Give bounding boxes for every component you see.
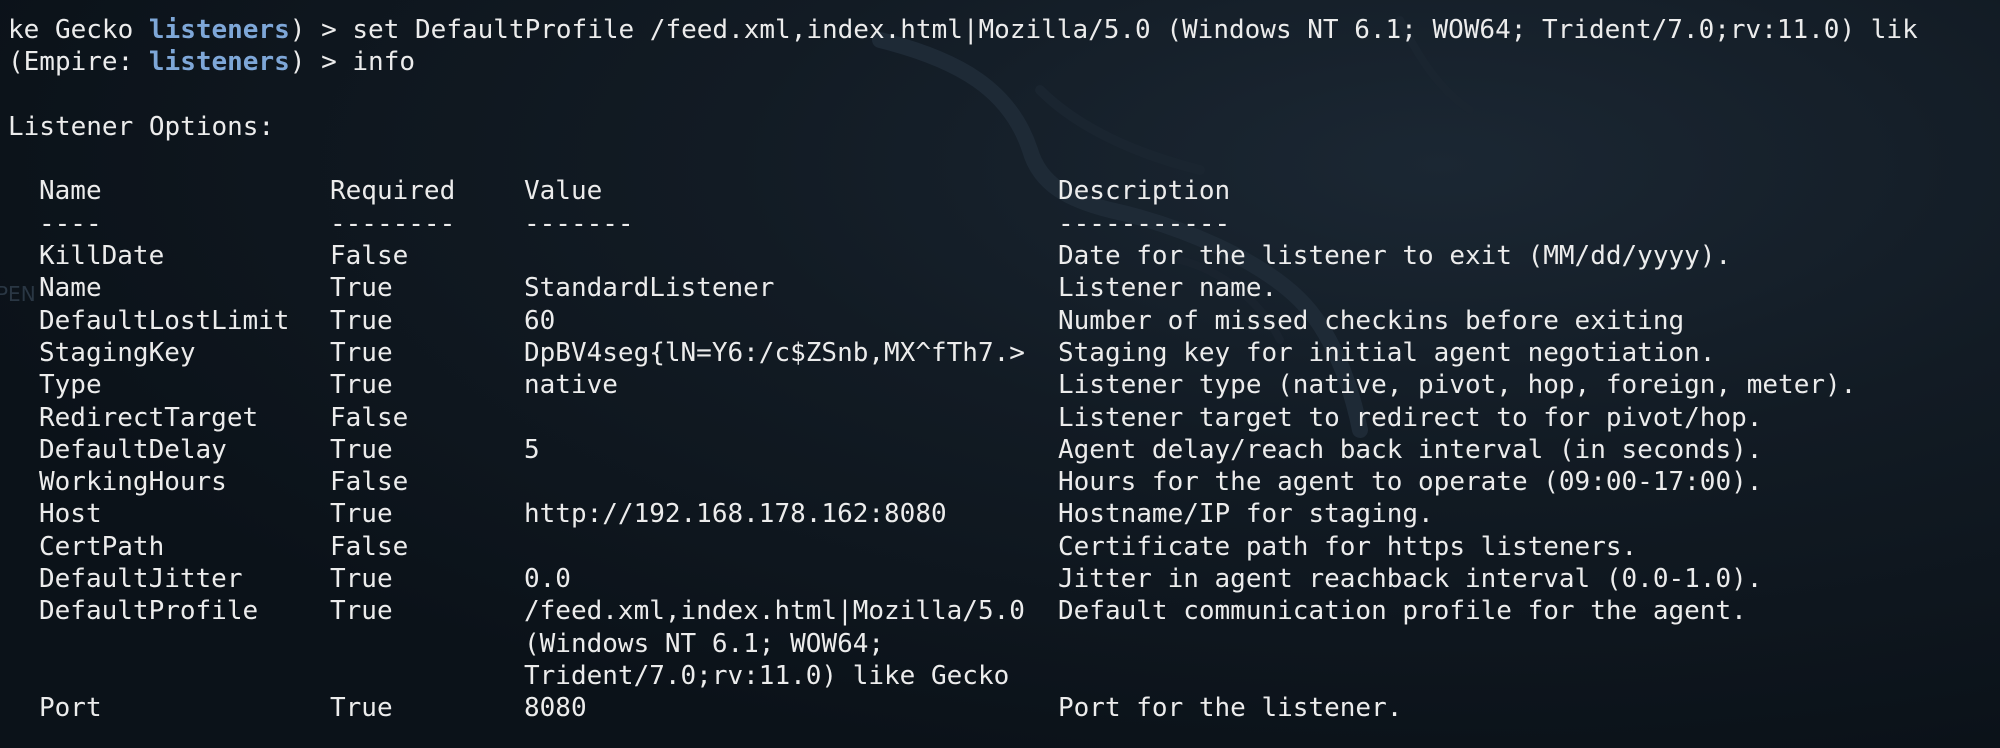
option-name: DefaultJitter [39,564,243,595]
option-name: CertPath [39,531,165,562]
option-value: /feed.xml,index.html|Mozilla/5.0 (Window… [524,596,1025,691]
table-row: DefaultLostLimit True 60 Number of missed c… [8,305,2000,337]
option-required: True [330,337,393,368]
option-value: 60 [524,305,556,336]
prompt-prefix: (Empire: [8,47,149,78]
prompt-prefix: ke Gecko [8,15,149,45]
prompt-context: listeners [148,15,290,45]
table-row: Port True 8080 Port for the listener. [8,692,2000,724]
option-description: Hours for the agent to operate (09:00-17… [1058,467,1763,498]
option-description: Port for the listener. [1058,693,1403,724]
option-name: Host [39,499,102,530]
table-row: Host True http://192.168.178.162:8080 Hostn… [8,498,2000,530]
option-required: True [330,564,393,595]
table-row: KillDate False Date for the listener to ex… [8,240,2000,272]
table-header-row: Name Required Value Description [8,175,2000,207]
option-required: True [330,499,393,530]
table-row: Name True StandardListener Listener name. [8,272,2000,304]
table-body: KillDate False Date for the listener to ex… [8,240,2000,724]
separator-required: -------- [330,208,456,239]
option-required: True [330,693,393,724]
option-name: WorkingHours [39,467,227,498]
option-required: False [330,531,409,562]
option-name: DefaultLostLimit [39,305,290,336]
option-value: 0.0 [524,564,571,595]
table-row: StagingKey True DpBV4seg{lN=Y6:/c$ZSnb,MX^… [8,337,2000,369]
option-value: 5 [524,434,540,465]
option-description: Number of missed checkins before exiting [1058,305,1685,336]
option-description: Default communication profile for the ag… [1058,596,1747,627]
command-text: ) > info [289,47,416,78]
option-required: True [330,273,393,304]
option-required: True [330,370,393,401]
separator-value: ------- [524,208,634,239]
section-title: Listener Options: [8,111,275,142]
option-required: True [330,596,393,627]
option-required: False [330,241,409,272]
table-row: DefaultProfile True/feed.xml,index.html|M… [8,595,2000,692]
option-description: Jitter in agent reachback interval (0.0-… [1058,564,1763,595]
command-line-previous: ke Gecko listeners) > set DefaultProfile… [8,14,2000,46]
option-description: Listener target to redirect to for pivot… [1058,402,1763,433]
option-description: Agent delay/reach back interval (in seco… [1058,434,1763,465]
option-name: Type [39,370,102,401]
option-name: DefaultProfile [39,596,259,627]
table-row: RedirectTarget False Listener target to re… [8,402,2000,434]
terminal-window[interactable]: PEN ke Gecko listeners) > set DefaultPro… [0,0,2000,748]
table-row: WorkingHours False Hours for the agent to … [8,466,2000,498]
header-value: Value [524,176,603,207]
header-description: Description [1058,176,1231,207]
option-value: native [524,370,618,401]
option-name: DefaultDelay [39,434,227,465]
listener-options-table: Name Required Value Description ---- ---… [8,175,2000,724]
option-description: Listener name. [1058,273,1278,304]
option-description: Certificate path for https listeners. [1058,531,1638,562]
option-required: True [330,305,393,336]
command-text: ) > set DefaultProfile /feed.xml,index.h… [289,15,1918,45]
option-description: Listener type (native, pivot, hop, forei… [1058,370,1857,401]
option-name: RedirectTarget [39,402,259,433]
terminal-output: ke Gecko listeners) > set DefaultProfile… [8,14,2000,725]
header-required: Required [330,176,456,207]
option-description: Date for the listener to exit (MM/dd/yyy… [1058,241,1732,272]
option-name: Name [39,273,102,304]
option-name: StagingKey [39,337,196,368]
option-description: Staging key for initial agent negotiatio… [1058,337,1716,368]
command-line-current[interactable]: (Empire: listeners) > info [8,46,2000,78]
option-required: False [330,402,409,433]
option-required: True [330,434,393,465]
option-name: KillDate [39,241,165,272]
header-name: Name [39,176,102,207]
option-required: False [330,467,409,498]
option-name: Port [39,693,102,724]
option-value: DpBV4seg{lN=Y6:/c$ZSnb,MX^fTh7.> [524,337,1025,368]
table-row: DefaultDelay True 5 Agent delay/reach back … [8,434,2000,466]
separator-name: ---- [39,208,102,239]
option-value: http://192.168.178.162:8080 [524,499,947,530]
option-value: 8080 [524,693,587,724]
table-row: DefaultJitter True 0.0 Jitter in agent reac… [8,563,2000,595]
option-description: Hostname/IP for staging. [1058,499,1434,530]
option-value: StandardListener [524,273,775,304]
table-row: CertPath False Certificate path for https … [8,531,2000,563]
table-separator-row: ---- -------- ------- ----------- [8,208,2000,240]
table-row: Type True native Listener type (native, piv… [8,369,2000,401]
prompt-context: listeners [148,47,290,78]
separator-description: ----------- [1058,208,1231,239]
